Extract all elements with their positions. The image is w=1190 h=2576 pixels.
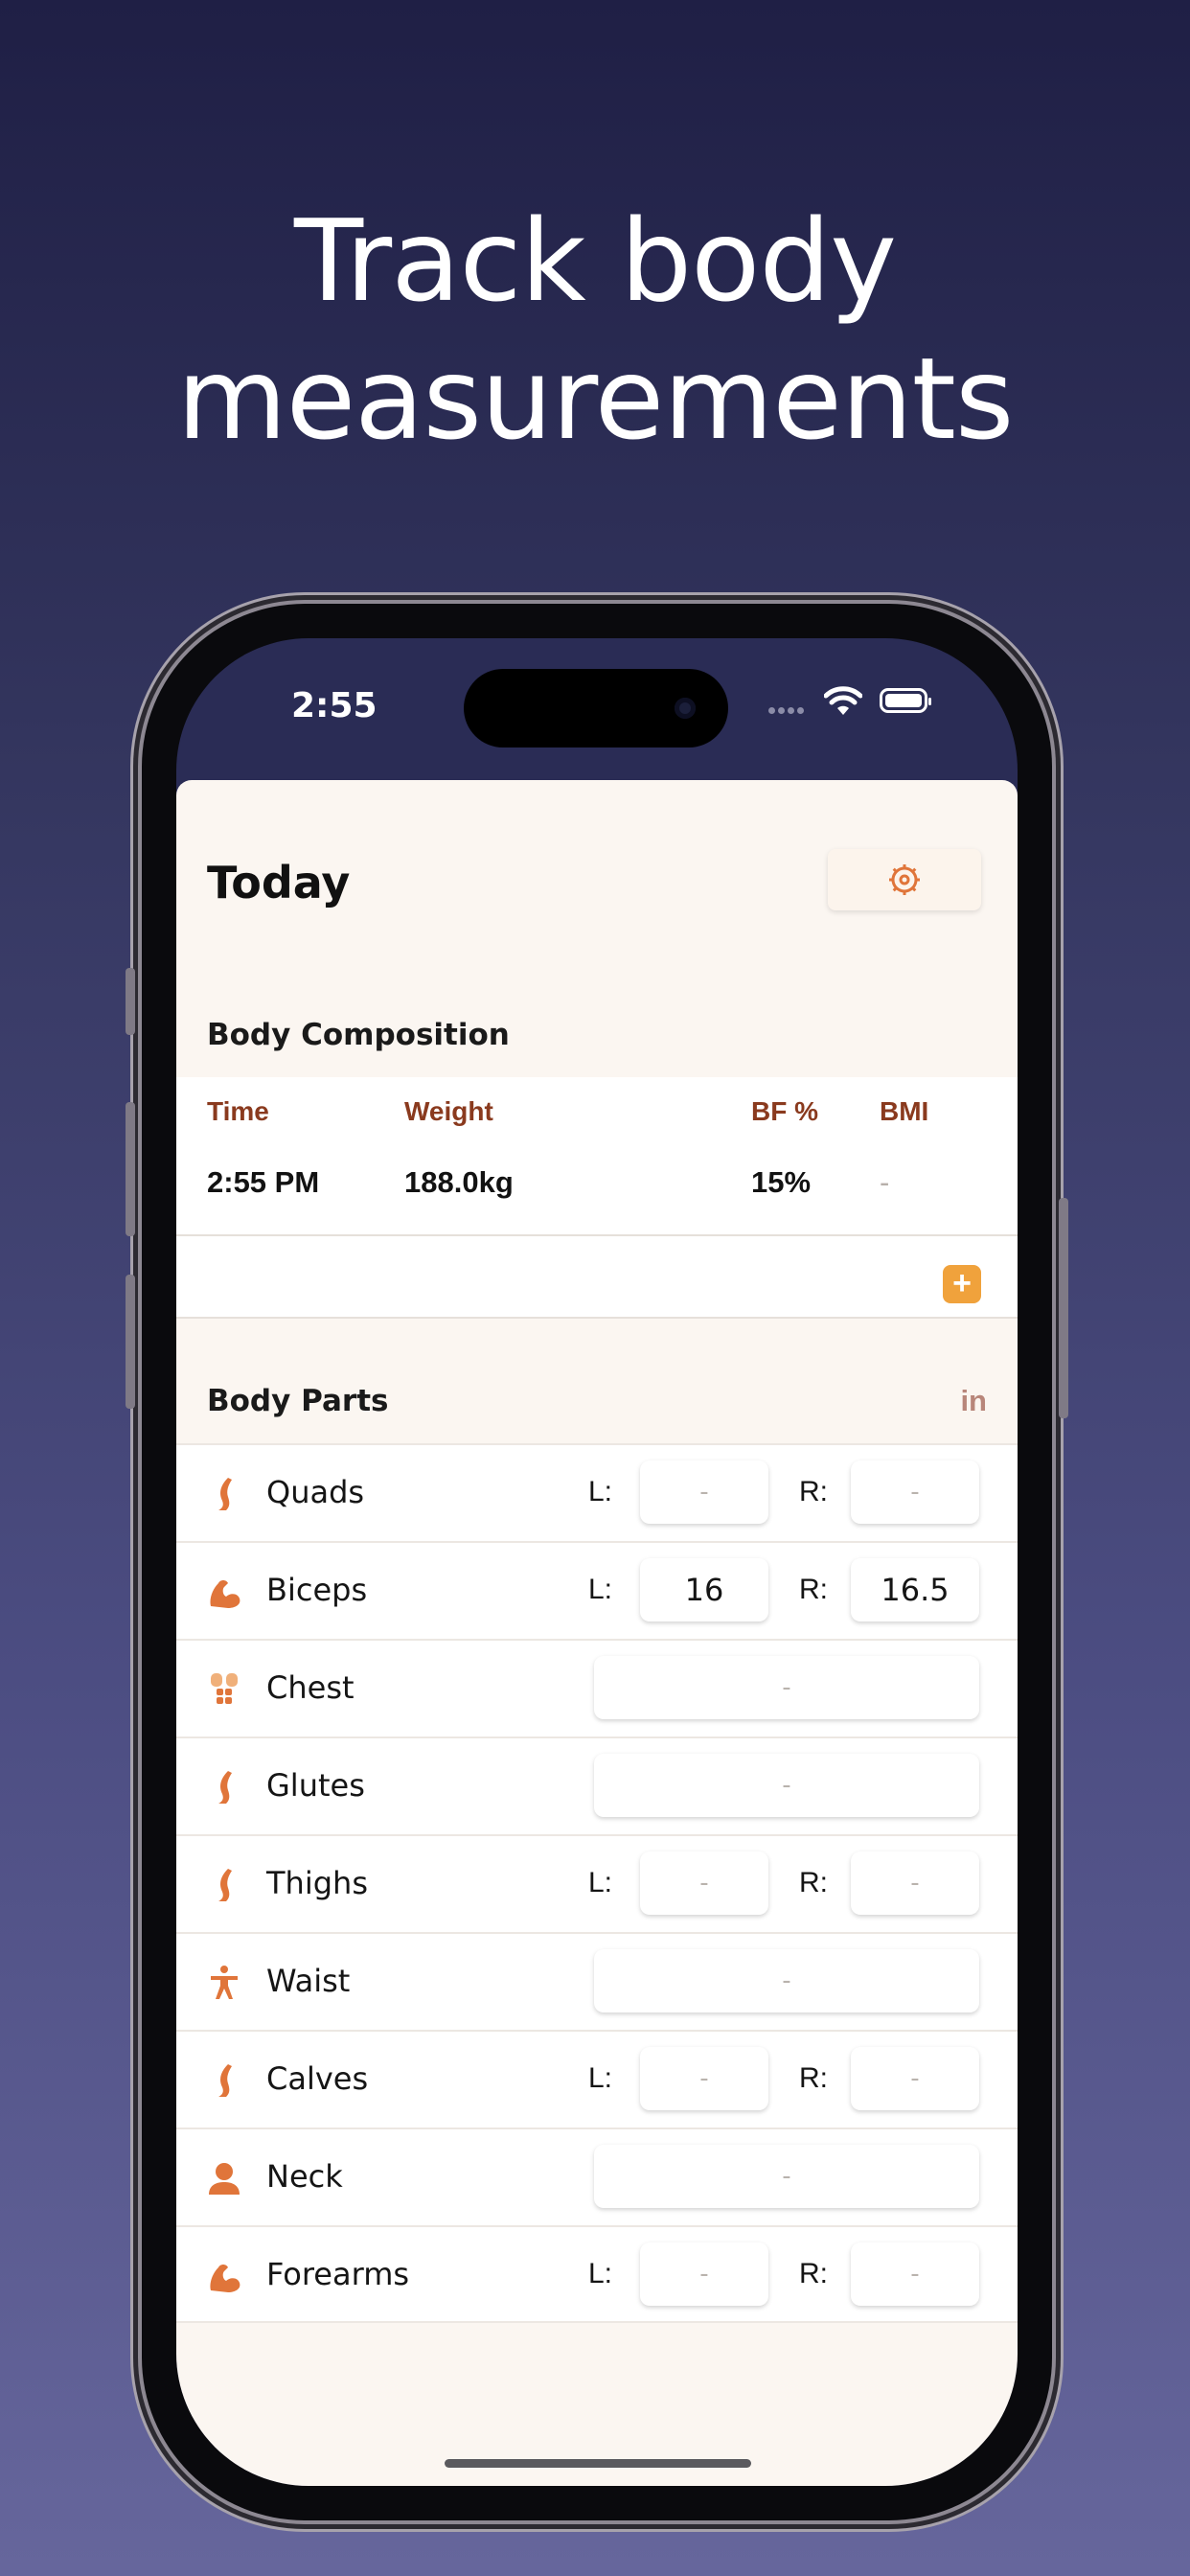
measurement-field[interactable]: - [594, 1656, 979, 1719]
headline-line-1: Track body [293, 195, 897, 327]
body-part-row-quads: Quads L: - R: - [176, 1443, 1018, 1541]
add-entry-button[interactable]: + [943, 1265, 981, 1303]
volume-up-button [126, 1102, 135, 1236]
gear-icon [889, 864, 920, 895]
left-label: L: [588, 1574, 613, 1605]
body-composition-card: Time Weight BF % BMI 2:55 PM 188.0kg 15%… [176, 1077, 1018, 1319]
left-label: L: [588, 2258, 613, 2289]
body-part-name: Calves [266, 2060, 369, 2097]
phone-frame: 2:55 Today Body Composition Time Weight … [126, 604, 1068, 2520]
headline: Track body measurements [0, 192, 1190, 468]
right-label: R: [799, 1867, 828, 1898]
right-label: R: [799, 1574, 828, 1605]
body-parts-list: Quads L: - R: - Biceps L: 16 R: 16.5 Chest - Glutes -… [176, 1443, 1018, 2323]
column-bf: BF % [751, 1096, 818, 1126]
body-part-name: Quads [266, 1474, 365, 1510]
body-part-name: Chest [266, 1669, 355, 1706]
entry-bf: 15% [751, 1165, 812, 1199]
right-measurement-field[interactable]: - [851, 2242, 979, 2306]
leg-icon [218, 1771, 232, 1804]
body-part-row-chest: Chest - [176, 1639, 1018, 1736]
leg-icon [218, 2064, 232, 2097]
body-part-row-thighs: Thighs L: - R: - [176, 1834, 1018, 1932]
home-indicator [445, 2459, 751, 2468]
status-bar: 2:55 [176, 638, 1018, 782]
divider [176, 1234, 1018, 1236]
body-part-name: Waist [266, 1963, 351, 1999]
body-composition-title: Body Composition [207, 1018, 510, 1052]
left-measurement-field[interactable]: - [640, 2047, 768, 2110]
column-bmi: BMI [880, 1096, 929, 1126]
left-measurement-field[interactable]: 16 [640, 1558, 768, 1622]
left-measurement-field[interactable]: - [640, 2242, 768, 2306]
body-part-row-biceps: Biceps L: 16 R: 16.5 [176, 1541, 1018, 1639]
headline-line-2: measurements [176, 333, 1015, 465]
body-part-name: Biceps [266, 1572, 368, 1608]
column-time: Time [207, 1096, 269, 1126]
settings-button[interactable] [828, 849, 981, 910]
left-label: L: [588, 1867, 613, 1898]
torso-icon [211, 1673, 238, 1704]
right-label: R: [799, 2062, 828, 2094]
status-time: 2:55 [291, 686, 378, 725]
body-part-name: Neck [266, 2158, 343, 2195]
body-part-name: Forearms [266, 2256, 410, 2292]
right-measurement-field[interactable]: - [851, 1460, 979, 1524]
body-part-row-waist: Waist - [176, 1932, 1018, 2030]
measurement-field[interactable]: - [594, 2145, 979, 2208]
camera-icon [675, 698, 696, 719]
flexed-arm-icon [210, 2265, 240, 2292]
right-measurement-field[interactable]: - [851, 2047, 979, 2110]
wifi-icon [824, 686, 862, 715]
figure-icon [211, 1966, 238, 1999]
left-label: L: [588, 1476, 613, 1507]
dynamic-island [464, 669, 728, 748]
entry-weight: 188.0kg [404, 1165, 514, 1199]
right-label: R: [799, 2258, 828, 2289]
entry-bmi: - [880, 1165, 890, 1199]
person-bust-icon [209, 2163, 240, 2195]
phone-screen: 2:55 Today Body Composition Time Weight … [176, 638, 1018, 2486]
left-measurement-field[interactable]: - [640, 1852, 768, 1915]
body-part-row-neck: Neck - [176, 2128, 1018, 2225]
left-measurement-field[interactable]: - [640, 1460, 768, 1524]
measurement-field[interactable]: - [594, 1949, 979, 2012]
body-part-row-glutes: Glutes - [176, 1736, 1018, 1834]
flexed-arm-icon [210, 1580, 240, 1608]
leg-icon [218, 1869, 232, 1901]
divider [176, 1317, 1018, 1319]
mute-switch [126, 968, 135, 1035]
body-part-name: Thighs [266, 1865, 368, 1901]
page-title: Today [207, 857, 351, 908]
body-part-row-calves: Calves L: - R: - [176, 2030, 1018, 2128]
right-measurement-field[interactable]: 16.5 [851, 1558, 979, 1622]
body-parts-title: Body Parts [207, 1384, 389, 1418]
cellular-signal-icon [768, 702, 807, 719]
volume-down-button [126, 1275, 135, 1409]
body-part-row-forearms: Forearms L: - R: - [176, 2225, 1018, 2323]
battery-icon [880, 688, 931, 713]
entry-time: 2:55 PM [207, 1165, 320, 1199]
power-button [1059, 1198, 1068, 1418]
measurement-field[interactable]: - [594, 1754, 979, 1817]
body-part-name: Glutes [266, 1767, 365, 1804]
right-label: R: [799, 1476, 828, 1507]
today-sheet: Today Body Composition Time Weight BF % … [176, 780, 1018, 2486]
leg-icon [218, 1478, 232, 1510]
right-measurement-field[interactable]: - [851, 1852, 979, 1915]
column-weight: Weight [404, 1096, 493, 1126]
unit-toggle[interactable]: in [960, 1384, 987, 1418]
left-label: L: [588, 2062, 613, 2094]
